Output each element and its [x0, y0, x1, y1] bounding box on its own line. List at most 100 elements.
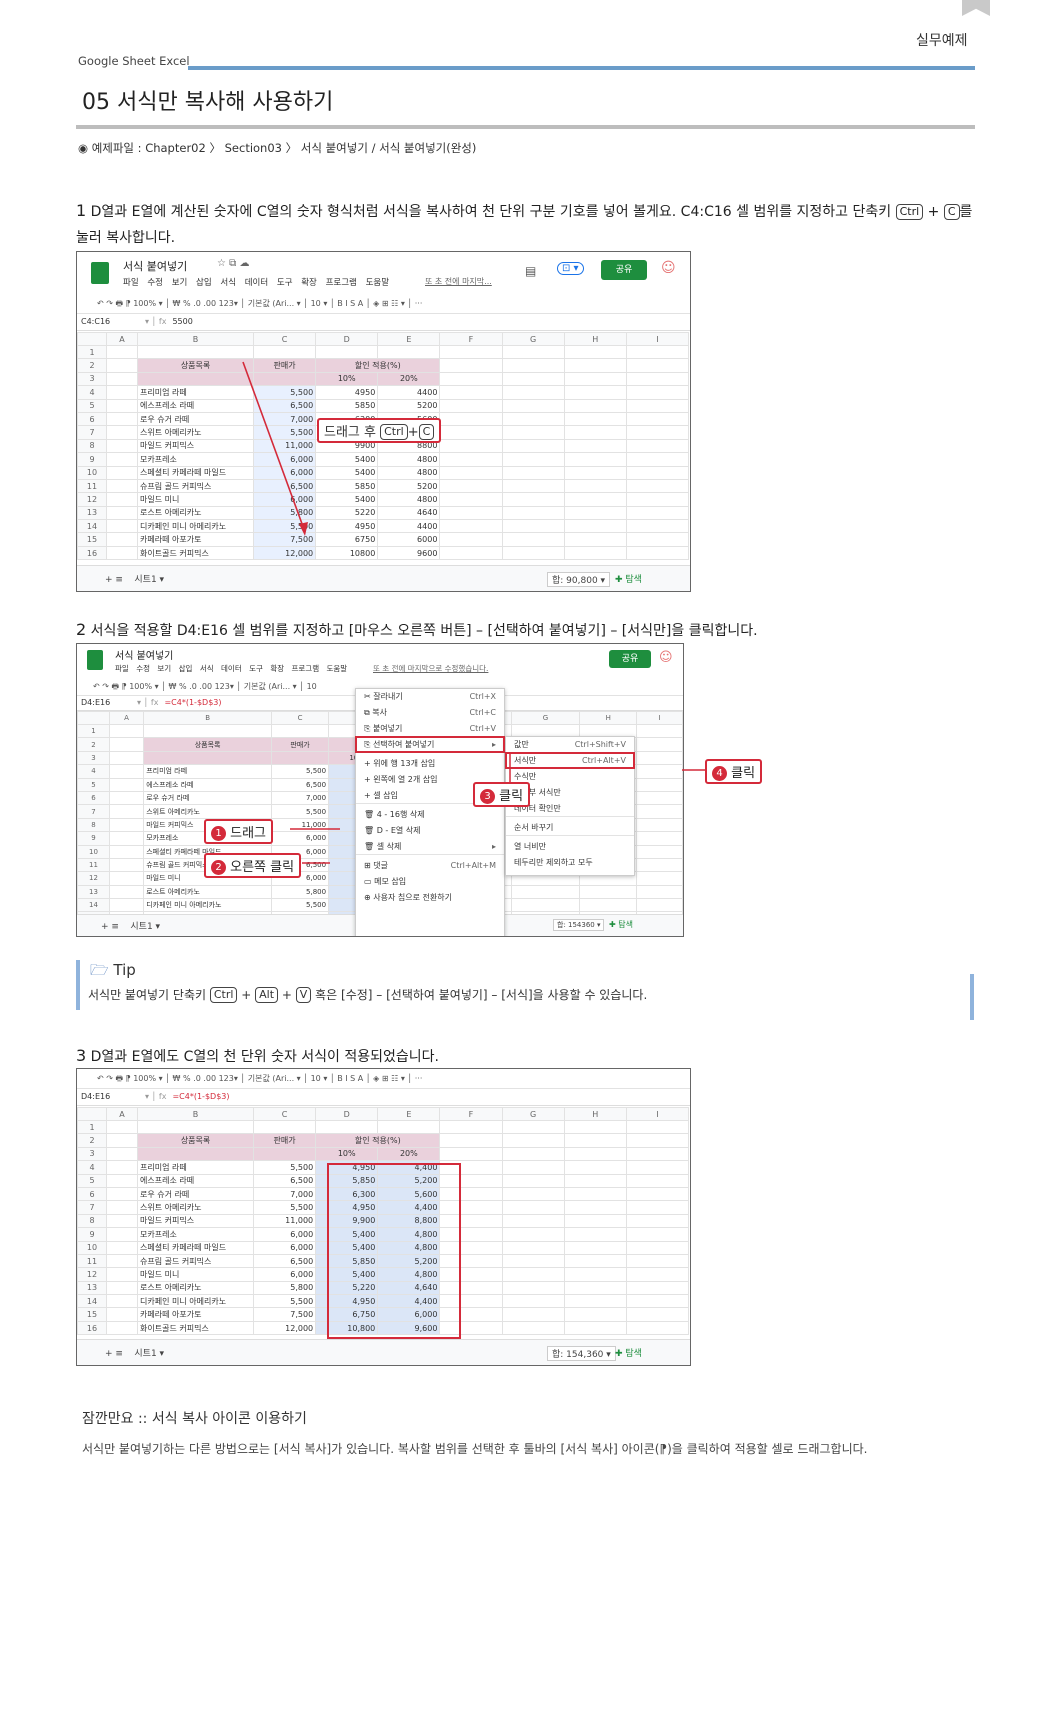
cell[interactable]	[501, 1280, 565, 1296]
product-name[interactable]: 스위트 아메리카노	[137, 1200, 255, 1215]
column-header-g[interactable]: G	[501, 1107, 565, 1121]
product-name[interactable]: 에스프레소 라떼	[137, 1173, 255, 1188]
product-name[interactable]: 카페라떼 아포가토	[137, 1307, 255, 1322]
header-20pct[interactable]: 20%	[377, 1146, 441, 1162]
cell[interactable]	[105, 1173, 139, 1188]
cell[interactable]	[501, 1133, 565, 1148]
cell[interactable]	[501, 1213, 565, 1229]
row-number[interactable]: 10	[77, 1240, 107, 1255]
cell[interactable]	[563, 1267, 627, 1282]
cell[interactable]	[105, 1119, 139, 1135]
column-header-h[interactable]: H	[563, 1107, 627, 1121]
row-number[interactable]: 7	[77, 1200, 107, 1215]
header-10pct[interactable]: 10%	[315, 1146, 379, 1162]
cell[interactable]	[439, 1146, 503, 1162]
price-cell[interactable]: 6,500	[253, 1173, 317, 1188]
row-number[interactable]: 1	[77, 1119, 107, 1135]
product-name[interactable]: 모카프레소	[137, 1227, 255, 1242]
cell[interactable]	[563, 1133, 627, 1148]
header-price[interactable]: 판매가	[253, 1133, 317, 1148]
price-cell[interactable]: 5,800	[253, 1280, 317, 1296]
product-name[interactable]: 마일드 커피믹스	[137, 1213, 255, 1229]
cell[interactable]	[563, 1227, 627, 1242]
row-number[interactable]: 16	[77, 1320, 107, 1336]
header-product[interactable]: 상품목록	[137, 1133, 255, 1148]
row-number[interactable]: 2	[77, 1133, 107, 1148]
column-header-c[interactable]: C	[253, 1107, 317, 1121]
row-number[interactable]: 4	[77, 1160, 107, 1175]
cell[interactable]	[105, 1267, 139, 1282]
cell[interactable]	[501, 1186, 565, 1202]
product-name[interactable]: 프리미엄 라떼	[137, 1160, 255, 1175]
column-header-e[interactable]: E	[377, 1107, 441, 1121]
cell[interactable]	[105, 1213, 139, 1229]
formula-bar[interactable]: D4:E16 ▾ │ fx =C4*(1-$D$3)	[77, 1089, 690, 1106]
cell[interactable]	[563, 1294, 627, 1309]
cell[interactable]	[105, 1186, 139, 1202]
product-name[interactable]: 디카페인 미니 아메리카노	[137, 1294, 255, 1309]
cell[interactable]	[105, 1320, 139, 1336]
cell[interactable]	[501, 1227, 565, 1242]
cell[interactable]	[563, 1253, 627, 1269]
product-name[interactable]: 슈프림 골드 커피믹스	[137, 1253, 255, 1269]
row-number[interactable]: 6	[77, 1186, 107, 1202]
cell[interactable]	[501, 1294, 565, 1309]
cell[interactable]	[625, 1160, 690, 1175]
column-header-b[interactable]: B	[137, 1107, 255, 1121]
cell[interactable]	[563, 1173, 627, 1188]
add-sheet-icon[interactable]: + ≡	[105, 1349, 123, 1359]
row-number[interactable]: 9	[77, 1227, 107, 1242]
sum-display[interactable]: 합: 154,360 ▾	[547, 1346, 616, 1361]
cell[interactable]	[501, 1240, 565, 1255]
product-name[interactable]: 로스트 아메리카노	[137, 1280, 255, 1296]
cell[interactable]	[377, 1119, 441, 1135]
price-cell[interactable]: 6,000	[253, 1240, 317, 1255]
cell[interactable]	[137, 1119, 255, 1135]
cell[interactable]	[105, 1146, 139, 1162]
cell[interactable]	[563, 1213, 627, 1229]
cell[interactable]	[625, 1173, 690, 1188]
cell[interactable]	[501, 1173, 565, 1188]
cell[interactable]	[625, 1186, 690, 1202]
cell[interactable]	[563, 1200, 627, 1215]
price-cell[interactable]: 7,500	[253, 1307, 317, 1322]
cell[interactable]	[501, 1307, 565, 1322]
column-header-a[interactable]: A	[105, 1107, 139, 1121]
cell[interactable]	[625, 1240, 690, 1255]
cell[interactable]	[105, 1240, 139, 1255]
cell[interactable]	[105, 1253, 139, 1269]
cell[interactable]	[563, 1186, 627, 1202]
cell[interactable]	[625, 1294, 690, 1309]
cell[interactable]	[625, 1213, 690, 1229]
column-header-i[interactable]: I	[625, 1107, 690, 1121]
header-product[interactable]	[137, 1146, 255, 1162]
cell[interactable]	[105, 1280, 139, 1296]
row-number[interactable]: 8	[77, 1213, 107, 1229]
cell[interactable]	[105, 1227, 139, 1242]
cell[interactable]	[625, 1280, 690, 1296]
cell[interactable]	[563, 1307, 627, 1322]
cell[interactable]	[439, 1133, 503, 1148]
cell[interactable]	[105, 1200, 139, 1215]
cell[interactable]	[253, 1119, 317, 1135]
cell[interactable]	[625, 1133, 690, 1148]
cell[interactable]	[315, 1119, 379, 1135]
cell[interactable]	[625, 1146, 690, 1162]
row-number[interactable]: 15	[77, 1307, 107, 1322]
cell[interactable]	[625, 1320, 690, 1336]
price-cell[interactable]: 5,500	[253, 1160, 317, 1175]
cell[interactable]	[501, 1200, 565, 1215]
sheet-tab[interactable]: 시트1 ▾	[134, 1349, 164, 1359]
cell[interactable]	[105, 1160, 139, 1175]
price-cell[interactable]: 11,000	[253, 1213, 317, 1229]
cell[interactable]	[501, 1146, 565, 1162]
price-cell[interactable]: 12,000	[253, 1320, 317, 1336]
row-number[interactable]: 5	[77, 1173, 107, 1188]
cell[interactable]	[501, 1267, 565, 1282]
cell[interactable]	[563, 1280, 627, 1296]
cell[interactable]	[625, 1253, 690, 1269]
product-name[interactable]: 로우 슈거 라떼	[137, 1186, 255, 1202]
price-cell[interactable]: 7,000	[253, 1186, 317, 1202]
cell[interactable]	[105, 1307, 139, 1322]
cell[interactable]	[501, 1119, 565, 1135]
